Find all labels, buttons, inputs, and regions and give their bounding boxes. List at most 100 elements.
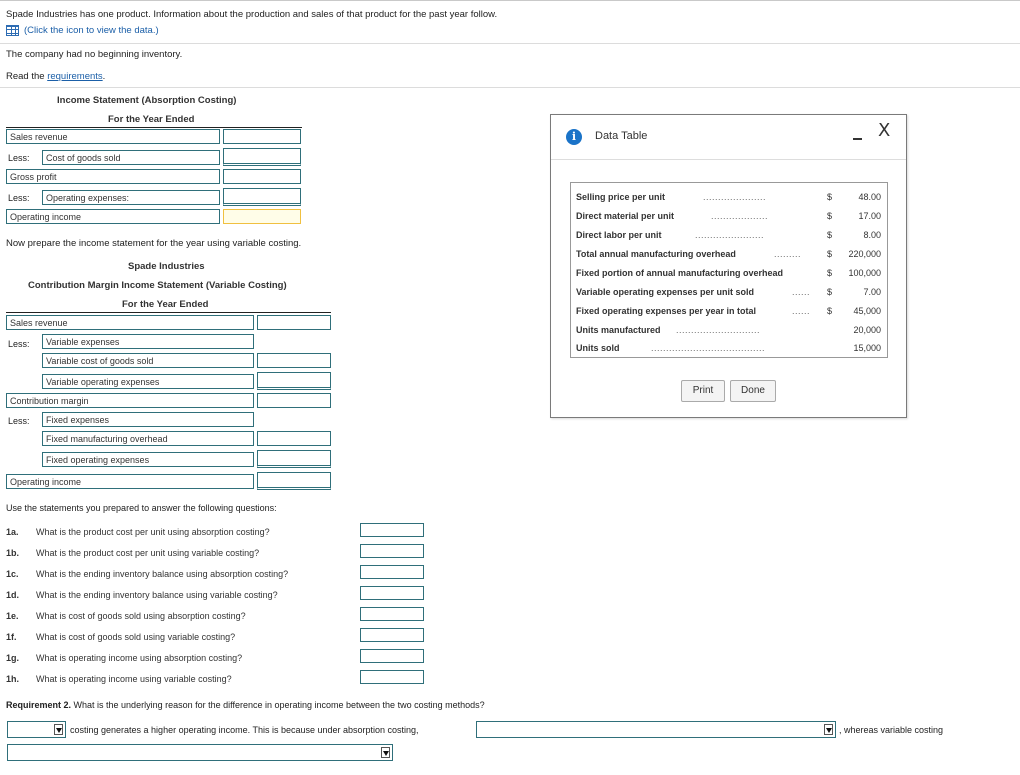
question-text: What is the ending inventory balance usi… — [36, 590, 278, 600]
row-value: 220,000 — [848, 249, 881, 259]
gross-profit-input[interactable] — [223, 169, 301, 184]
read-suffix: . — [102, 71, 106, 82]
fixed-moh-label: Fixed manufacturing overhead — [42, 431, 254, 446]
table-row: Units manufactured .....................… — [576, 321, 881, 339]
question-text: What is the product cost per unit using … — [36, 527, 270, 537]
row-value: 48.00 — [858, 192, 881, 202]
separator — [0, 43, 1020, 44]
row-currency: $ — [827, 192, 833, 202]
table-row: Fixed operating expenses per year in tot… — [576, 302, 881, 320]
row-value: 100,000 — [848, 268, 881, 278]
operating-expenses-label: Operating expenses: — [42, 190, 220, 205]
requirements-link[interactable]: requirements — [47, 71, 102, 82]
fixed-opex-input[interactable] — [257, 450, 331, 468]
row-label: Total annual manufacturing overhead — [576, 249, 736, 259]
data-table-icon[interactable] — [6, 25, 19, 36]
variable-prompt: Now prepare the income statement for the… — [6, 238, 302, 249]
variable-opex-label: Variable operating expenses — [42, 374, 254, 389]
sales-revenue-input[interactable] — [223, 129, 301, 144]
sales-revenue-label: Sales revenue — [6, 129, 220, 144]
question-text: What is the ending inventory balance usi… — [36, 569, 289, 579]
row-label: Direct material per unit — [576, 211, 675, 221]
answer-1h-input[interactable] — [360, 670, 424, 684]
operating-income-input[interactable] — [223, 209, 301, 224]
row-dots: ................... — [711, 211, 769, 221]
absorption-period: For the Year Ended — [108, 114, 195, 125]
requirement-2-text: What is the underlying reason for the di… — [71, 700, 485, 710]
question-text: What is the product cost per unit using … — [36, 548, 260, 558]
row-value: 17.00 — [858, 211, 881, 221]
v-operating-income-input[interactable] — [257, 472, 331, 490]
answer-1f-input[interactable] — [360, 628, 424, 642]
question-number: 1b. — [6, 548, 20, 558]
data-table: Selling price per unit .................… — [570, 182, 888, 358]
chevron-down-icon — [381, 747, 390, 758]
cogs-label: Cost of goods sold — [42, 150, 220, 165]
intro-text: Spade Industries has one product. Inform… — [6, 9, 498, 20]
row-currency: $ — [827, 230, 833, 240]
close-icon[interactable]: X — [878, 120, 890, 141]
answer-1b-input[interactable] — [360, 544, 424, 558]
variable-reason-select[interactable] — [7, 744, 393, 761]
variable-company: Spade Industries — [128, 261, 205, 272]
read-requirements: Read the requirements. — [6, 71, 105, 82]
row-label: Variable operating expenses per unit sol… — [576, 287, 755, 297]
answer-1a-input[interactable] — [360, 523, 424, 537]
row-dots: ...... — [792, 287, 811, 297]
row-value: 8.00 — [863, 230, 881, 240]
question-text: What is operating income using absorptio… — [36, 653, 243, 663]
row-label: Units sold — [576, 343, 620, 353]
data-link[interactable]: (Click the icon to view the data.) — [24, 25, 159, 36]
row-label: Fixed portion of annual manufacturing ov… — [576, 268, 784, 278]
chevron-down-icon — [54, 724, 63, 735]
dialog-divider — [551, 159, 906, 160]
questions-intro: Use the statements you prepared to answe… — [6, 503, 277, 513]
row-dots: ...................................... — [651, 343, 766, 353]
chevron-down-icon — [824, 724, 833, 735]
header-rule — [6, 312, 331, 313]
row-currency: $ — [827, 211, 833, 221]
print-button[interactable]: Print — [681, 380, 725, 402]
absorption-reason-select[interactable] — [476, 721, 836, 738]
gross-profit-label: Gross profit — [6, 169, 220, 184]
sentence-mid: costing generates a higher operating inc… — [70, 725, 419, 735]
v-operating-income-label: Operating income — [6, 474, 254, 489]
answer-1c-input[interactable] — [360, 565, 424, 579]
variable-opex-input[interactable] — [257, 372, 331, 390]
answer-1d-input[interactable] — [360, 586, 424, 600]
v-sales-revenue-input[interactable] — [257, 315, 331, 330]
header-rule — [6, 127, 302, 128]
info-icon: i — [566, 129, 582, 145]
contribution-margin-input[interactable] — [257, 393, 331, 408]
answer-1e-input[interactable] — [360, 607, 424, 621]
top-border — [0, 0, 1020, 1]
requirement-2-label: Requirement 2. — [6, 700, 72, 710]
absorption-title: Income Statement (Absorption Costing) — [57, 95, 237, 106]
variable-cogs-input[interactable] — [257, 353, 331, 368]
row-dots: ............................ — [676, 325, 761, 335]
dialog-title: Data Table — [595, 130, 648, 142]
sentence-end: , whereas variable costing — [839, 725, 944, 735]
question-number: 1h. — [6, 674, 20, 684]
done-button[interactable]: Done — [730, 380, 776, 402]
v-sales-revenue-label: Sales revenue — [6, 315, 254, 330]
minimize-icon[interactable] — [853, 138, 862, 140]
question-number: 1f. — [6, 632, 17, 642]
operating-expenses-input[interactable] — [223, 188, 301, 206]
row-label: Selling price per unit — [576, 192, 666, 202]
row-dots: ...... — [792, 306, 811, 316]
question-number: 1c. — [6, 569, 19, 579]
fixed-moh-input[interactable] — [257, 431, 331, 446]
row-currency: $ — [827, 287, 833, 297]
fixed-expenses-label: Fixed expenses — [42, 412, 254, 427]
question-number: 1g. — [6, 653, 20, 663]
cogs-input[interactable] — [223, 148, 301, 166]
costing-method-select[interactable] — [7, 721, 66, 738]
answer-1g-input[interactable] — [360, 649, 424, 663]
question-text: What is cost of goods sold using absorpt… — [36, 611, 246, 621]
table-row: Selling price per unit .................… — [576, 188, 881, 206]
table-row: Total annual manufacturing overhead ....… — [576, 245, 881, 263]
variable-expenses-label: Variable expenses — [42, 334, 254, 349]
less-label: Less: — [8, 416, 30, 426]
row-dots: ....................... — [695, 230, 765, 240]
